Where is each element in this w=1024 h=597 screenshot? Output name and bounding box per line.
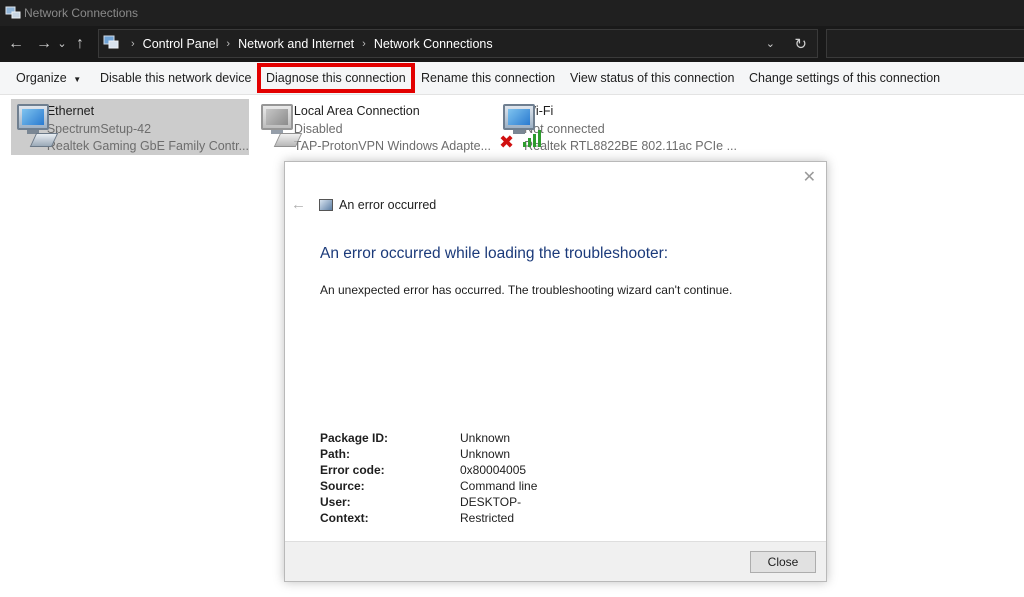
detail-label: Source: bbox=[320, 479, 365, 493]
breadcrumb-separator-icon: › bbox=[362, 37, 366, 50]
window-title: Network Connections bbox=[24, 6, 139, 20]
connection-item-local-area[interactable]: Local Area Connection Disabled TAP-Proto… bbox=[255, 99, 491, 155]
breadcrumb-control-panel[interactable]: Control Panel bbox=[143, 37, 219, 51]
detail-label: Path: bbox=[320, 447, 350, 461]
ethernet-adapter-disabled-icon bbox=[255, 99, 303, 155]
breadcrumb-network-and-internet[interactable]: Network and Internet bbox=[238, 37, 354, 51]
breadcrumb-separator-icon: › bbox=[226, 37, 231, 50]
change-settings-button[interactable]: Change settings of this connection bbox=[749, 71, 940, 85]
error-details: Package ID: Unknown Path: Unknown Error … bbox=[320, 430, 537, 526]
dialog-footer: Close bbox=[285, 541, 826, 581]
connection-name: Ethernet bbox=[46, 104, 95, 118]
connection-status: SpectrumSetup-42 bbox=[46, 121, 152, 136]
diagnose-connection-button[interactable]: Diagnose this connection bbox=[257, 63, 415, 93]
detail-label: Package ID: bbox=[320, 431, 389, 445]
connection-name: Wi-Fi bbox=[524, 104, 554, 118]
view-status-button[interactable]: View status of this connection bbox=[570, 71, 734, 85]
dialog-title: An error occurred bbox=[339, 198, 437, 212]
disable-device-button[interactable]: Disable this network device bbox=[100, 71, 251, 85]
detail-row: Source: Command line bbox=[320, 478, 537, 494]
refresh-icon[interactable]: ↻ bbox=[794, 35, 807, 53]
detail-value: Unknown bbox=[460, 447, 511, 461]
dialog-header: An error occurred bbox=[319, 198, 436, 212]
detail-row: Context: Restricted bbox=[320, 510, 537, 526]
ethernet-adapter-icon bbox=[11, 99, 59, 155]
organize-label: Organize bbox=[16, 71, 67, 85]
connection-adapter: TAP-ProtonVPN Windows Adapte... bbox=[293, 139, 491, 153]
error-message: An unexpected error has occurred. The tr… bbox=[320, 283, 733, 297]
error-dialog: ✕ ← An error occurred An error occurred … bbox=[284, 161, 827, 582]
connection-item-ethernet[interactable]: Ethernet SpectrumSetup-42 Realtek Gaming… bbox=[11, 99, 249, 155]
detail-value: 0x80004005 bbox=[460, 463, 527, 477]
search-input[interactable] bbox=[826, 29, 1024, 58]
back-arrow-icon[interactable]: ← bbox=[5, 26, 27, 62]
organize-menu[interactable]: Organize ▼ bbox=[16, 71, 81, 85]
connection-status: Not connected bbox=[524, 121, 605, 136]
command-bar: Organize ▼ Disable this network device D… bbox=[0, 62, 1024, 95]
detail-row: Package ID: Unknown bbox=[320, 430, 537, 446]
detail-value: Restricted bbox=[460, 511, 515, 525]
caret-down-icon: ▼ bbox=[73, 75, 82, 84]
recent-locations-chevron-icon[interactable]: ⌄ bbox=[55, 26, 69, 62]
close-icon[interactable]: ✕ bbox=[803, 167, 816, 187]
connection-name: Local Area Connection bbox=[293, 104, 420, 118]
connection-adapter: Realtek RTL8822BE 802.11ac PCIe ... bbox=[524, 139, 737, 153]
detail-value: Command line bbox=[460, 479, 538, 493]
detail-row: Path: Unknown bbox=[320, 446, 537, 462]
detail-row: Error code: 0x80004005 bbox=[320, 462, 537, 478]
rename-connection-button[interactable]: Rename this connection bbox=[421, 71, 555, 85]
connection-adapter: Realtek Gaming GbE Family Contr... bbox=[46, 139, 249, 153]
close-button[interactable]: Close bbox=[750, 551, 816, 573]
network-connections-icon bbox=[5, 6, 21, 20]
detail-row: User: DESKTOP- bbox=[320, 494, 537, 510]
detail-value: DESKTOP- bbox=[460, 495, 522, 509]
wifi-adapter-icon: ✖ bbox=[497, 99, 541, 155]
detail-label: Context: bbox=[320, 511, 369, 525]
detail-label: User: bbox=[320, 495, 351, 509]
breadcrumb-network-connections[interactable]: Network Connections bbox=[374, 37, 493, 51]
disconnected-x-icon: ✖ bbox=[499, 132, 515, 152]
back-arrow-icon[interactable]: ← bbox=[291, 196, 306, 213]
address-bar[interactable]: › Control Panel › Network and Internet ›… bbox=[98, 29, 818, 58]
control-panel-icon bbox=[103, 35, 119, 52]
detail-label: Error code: bbox=[320, 463, 385, 477]
error-heading: An error occurred while loading the trou… bbox=[320, 245, 669, 262]
navigation-bar: ← → ⌄ ↑ › Control Panel › Network and In… bbox=[0, 26, 1024, 62]
breadcrumb-separator-icon: › bbox=[131, 37, 135, 50]
connection-item-wifi[interactable]: ✖ Wi-Fi Not connected Realtek RTL8822BE … bbox=[497, 99, 737, 155]
signal-bars-icon bbox=[523, 129, 545, 147]
title-bar: Network Connections bbox=[0, 0, 1024, 26]
troubleshooter-icon bbox=[319, 199, 333, 211]
detail-value: Unknown bbox=[460, 431, 511, 445]
connection-status: Disabled bbox=[293, 121, 343, 136]
up-arrow-icon[interactable]: ↑ bbox=[69, 26, 91, 62]
address-dropdown-chevron-icon[interactable]: ⌄ bbox=[766, 37, 775, 50]
forward-arrow-icon[interactable]: → bbox=[33, 26, 55, 62]
